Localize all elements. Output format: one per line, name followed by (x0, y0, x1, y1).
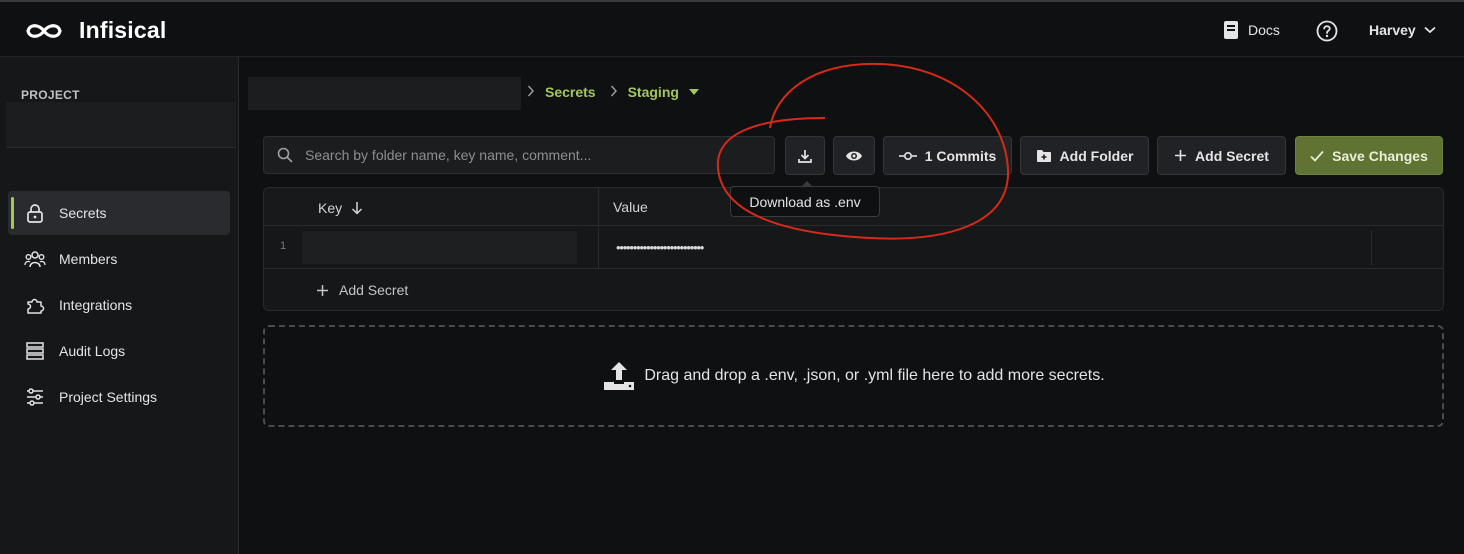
users-icon (24, 248, 46, 270)
breadcrumb-project-redacted[interactable] (248, 77, 521, 110)
key-column-header[interactable]: Key (318, 200, 363, 216)
add-secret-row-label: Add Secret (339, 282, 409, 298)
add-secret-button[interactable]: Add Secret (1157, 136, 1286, 175)
sidebar-item-secrets[interactable]: Secrets (8, 191, 230, 235)
book-icon (1224, 21, 1238, 39)
add-secret-row-button[interactable]: Add Secret (316, 282, 408, 298)
row-number: 1 (280, 240, 287, 252)
sidebar-item-label: Integrations (59, 297, 133, 313)
user-name: Harvey (1369, 22, 1416, 38)
sliders-icon (24, 386, 46, 408)
logo[interactable]: Infisical (24, 17, 166, 44)
environment-selector[interactable]: Staging (628, 84, 699, 100)
list-icon (24, 340, 46, 362)
sidebar-nav: Secrets Members Integrations Audit Logs … (8, 191, 230, 421)
lock-icon (24, 202, 46, 224)
search-icon (277, 147, 293, 163)
breadcrumb: Secrets Staging (527, 84, 713, 100)
commits-button[interactable]: 1 Commits (883, 136, 1012, 175)
secret-value-masked[interactable]: •••••••••••••••••••••••••• (616, 240, 704, 255)
top-bar: Infisical Docs Harvey (0, 0, 1464, 57)
plus-icon (317, 284, 328, 296)
project-label: PROJECT (21, 88, 80, 102)
folder-plus-icon (1036, 149, 1051, 162)
commit-icon (898, 151, 917, 160)
project-selector[interactable] (6, 102, 236, 148)
chevron-down-icon (1424, 26, 1436, 34)
download-icon (798, 149, 812, 163)
question-circle-icon (1316, 20, 1338, 42)
add-folder-button[interactable]: Add Folder (1020, 136, 1149, 175)
environment-label: Staging (627, 84, 679, 100)
upload-icon (604, 362, 635, 390)
brand-name: Infisical (79, 17, 167, 43)
docs-link[interactable]: Docs (1222, 20, 1280, 40)
save-changes-label: Save Changes (1332, 147, 1428, 164)
column-divider (1371, 230, 1372, 265)
table-row[interactable]: 1 •••••••••••••••••••••••••• (264, 226, 1443, 269)
sidebar-item-integrations[interactable]: Integrations (8, 283, 230, 327)
download-env-button[interactable] (785, 136, 825, 175)
sidebar-item-label: Project Settings (59, 389, 158, 405)
dropzone-text: Drag and drop a .env, .json, or .yml fil… (644, 367, 1105, 384)
chevron-right-icon (610, 84, 618, 100)
sidebar-item-label: Secrets (59, 205, 107, 221)
toggle-visibility-button[interactable] (833, 136, 875, 175)
sidebar-item-members[interactable]: Members (8, 237, 230, 281)
commits-label: 1 Commits (924, 147, 997, 164)
eye-icon (846, 151, 862, 160)
caret-down-icon (688, 89, 699, 95)
value-column-header: Value (613, 199, 648, 215)
arrow-down-icon (352, 202, 363, 215)
search-input[interactable]: Search by folder name, key name, comment… (263, 136, 775, 174)
key-header-label: Key (318, 200, 343, 216)
download-tooltip: Download as .env (730, 181, 880, 217)
file-dropzone[interactable]: Drag and drop a .env, .json, or .yml fil… (263, 325, 1444, 427)
help-button[interactable] (1316, 20, 1338, 45)
plus-icon (1175, 150, 1187, 161)
check-icon (1310, 150, 1324, 162)
sidebar-item-label: Members (59, 251, 118, 267)
save-changes-button[interactable]: Save Changes (1295, 136, 1443, 175)
secret-key-redacted[interactable] (302, 231, 577, 264)
search-placeholder: Search by folder name, key name, comment… (305, 147, 592, 163)
sidebar-item-label: Audit Logs (59, 343, 126, 359)
breadcrumb-secrets[interactable]: Secrets (545, 84, 596, 100)
sidebar-item-audit-logs[interactable]: Audit Logs (8, 329, 230, 373)
puzzle-icon (24, 294, 46, 316)
docs-label: Docs (1248, 22, 1280, 38)
infinity-logo-icon (26, 23, 62, 38)
add-secret-label: Add Secret (1195, 147, 1269, 164)
sidebar: PROJECT Secrets Members Integrations Aud… (0, 57, 239, 554)
user-menu[interactable]: Harvey (1369, 22, 1436, 38)
chevron-right-icon (527, 84, 535, 100)
sidebar-item-project-settings[interactable]: Project Settings (8, 375, 230, 419)
add-folder-label: Add Folder (1059, 147, 1134, 164)
